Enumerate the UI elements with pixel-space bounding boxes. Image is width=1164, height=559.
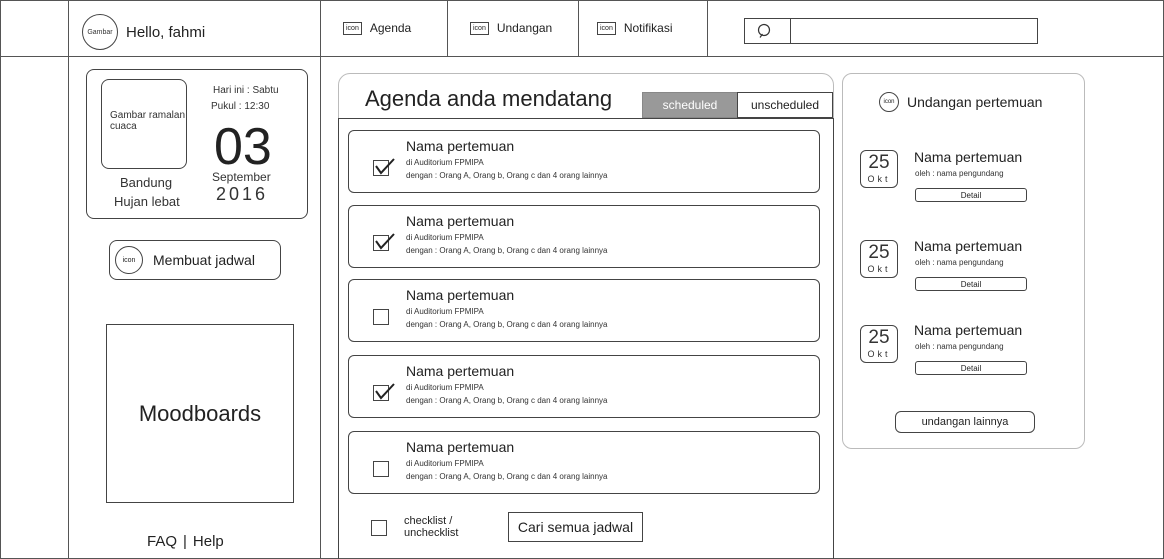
select-all-checkbox[interactable] [371,520,387,536]
tab-label: Notifikasi [623,21,673,35]
agenda-item-participants: dengan : Orang A, Orang b, Orang c dan 4… [406,320,608,329]
invitation-title: Nama pertemuan [914,238,1023,254]
notifikasi-icon: icon [597,21,616,35]
agenda-item-participants: dengan : Orang A, Orang b, Orang c dan 4… [406,472,608,481]
invitations-header: icon Undangan pertemuan [879,92,1042,112]
agenda-item[interactable]: Nama pertemuan di Auditorium FPMIPA deng… [348,355,820,418]
search-all-schedules-button[interactable]: Cari semua jadwal [508,512,643,542]
more-invitations-button[interactable]: undangan lainnya [895,411,1035,433]
faq-link[interactable]: FAQ [147,533,177,550]
agenda-item-title: Nama pertemuan [406,138,515,154]
invitation-detail-button[interactable]: Detail [915,361,1027,375]
agenda-item-location: di Auditorium FPMIPA [406,307,484,316]
checklist-label: checklist / unchecklist [404,515,459,539]
agenda-item[interactable]: Nama pertemuan di Auditorium FPMIPA deng… [348,279,820,342]
agenda-title: Agenda anda mendatang [365,86,613,111]
invitation-sender: oleh : nama pengundang [915,169,1004,178]
time-label: Pukul : 12:30 [211,101,270,112]
agenda-item-participants: dengan : Orang A, Orang b, Orang c dan 4… [406,396,608,405]
undangan-icon: icon [470,21,489,35]
agenda-icon: icon [343,21,362,35]
invitation-title: Nama pertemuan [914,149,1023,165]
moodboards-panel[interactable]: Moodboards [106,324,294,503]
invitations-title: Undangan pertemuan [907,94,1043,110]
invitation-day: 25 [868,152,890,173]
invitation-icon: icon [879,92,899,112]
invitation-date: 25 Okt [860,240,898,278]
date-day: 03 [214,118,272,176]
create-schedule-icon: icon [115,246,143,274]
tab-notifikasi[interactable]: icon Notifikasi [597,0,673,56]
avatar-label: Gambar [87,28,113,36]
agenda-item[interactable]: Nama pertemuan di Auditorium FPMIPA deng… [348,431,820,494]
invitation-month: Okt [867,264,891,274]
footer-links: FAQ | Help [147,533,224,550]
invitation-month: Okt [867,349,891,359]
agenda-item-title: Nama pertemuan [406,213,515,229]
create-schedule-button[interactable]: icon Membuat jadwal [109,240,281,280]
agenda-item-location: di Auditorium FPMIPA [406,383,484,392]
date-month: September [212,170,271,184]
link-separator: | [183,533,187,550]
invitation-detail-button[interactable]: Detail [915,277,1027,291]
search-icon[interactable] [757,23,773,39]
left-gutter-line [68,0,69,559]
agenda-item-title: Nama pertemuan [406,363,515,379]
agenda-item-title: Nama pertemuan [406,439,515,455]
invitation-sender: oleh : nama pengundang [915,342,1004,351]
weather-condition: Hujan lebat [114,194,180,209]
today-label: Hari ini : Sabtu [213,85,279,96]
agenda-item[interactable]: Nama pertemuan di Auditorium FPMIPA deng… [348,130,820,193]
tab-undangan[interactable]: icon Undangan [470,0,552,56]
tab-divider [447,0,448,56]
help-link[interactable]: Help [193,533,224,550]
moodboards-label: Moodboards [138,400,262,426]
tab-label: Undangan [496,21,553,35]
agenda-checkbox[interactable] [373,383,395,401]
invitation-date: 25 Okt [860,150,898,188]
avatar[interactable]: Gambar [82,14,118,50]
agenda-item-location: di Auditorium FPMIPA [406,233,484,242]
invitation-sender: oleh : nama pengundang [915,258,1004,267]
agenda-item[interactable]: Nama pertemuan di Auditorium FPMIPA deng… [348,205,820,268]
check-icon [375,158,395,175]
agenda-item-location: di Auditorium FPMIPA [406,459,484,468]
filter-unscheduled[interactable]: unscheduled [737,92,833,118]
tab-agenda[interactable]: icon Agenda [343,0,411,56]
tab-divider [707,0,708,56]
invitation-detail-button[interactable]: Detail [915,188,1027,202]
agenda-checkbox[interactable] [373,309,389,325]
agenda-item-participants: dengan : Orang A, Orang b, Orang c dan 4… [406,246,608,255]
weather-image-placeholder: Gambar ramalan cuaca [101,79,187,169]
agenda-item-title: Nama pertemuan [406,287,515,303]
agenda-item-participants: dengan : Orang A, Orang b, Orang c dan 4… [406,171,608,180]
invitation-day: 25 [868,242,890,263]
agenda-checkbox[interactable] [373,461,389,477]
invitation-day: 25 [868,327,890,348]
filter-scheduled[interactable]: scheduled [642,92,738,118]
check-icon [375,233,395,250]
agenda-checkbox[interactable] [373,158,395,176]
invitation-date: 25 Okt [860,325,898,363]
greeting: Hello, fahmi [126,24,206,41]
search-separator [790,18,791,44]
invitation-title: Nama pertemuan [914,322,1023,338]
tab-divider [578,0,579,56]
tab-label: Agenda [369,21,412,35]
agenda-item-location: di Auditorium FPMIPA [406,158,484,167]
agenda-checkbox[interactable] [373,233,395,251]
check-icon [375,383,395,400]
invitation-month: Okt [867,174,891,184]
header-divider [0,56,1164,57]
search-input[interactable] [744,18,1038,44]
weather-city: Bandung [120,175,173,190]
date-year: 2016 [216,184,269,204]
sidebar-divider [320,0,321,559]
create-schedule-label: Membuat jadwal [153,252,255,268]
